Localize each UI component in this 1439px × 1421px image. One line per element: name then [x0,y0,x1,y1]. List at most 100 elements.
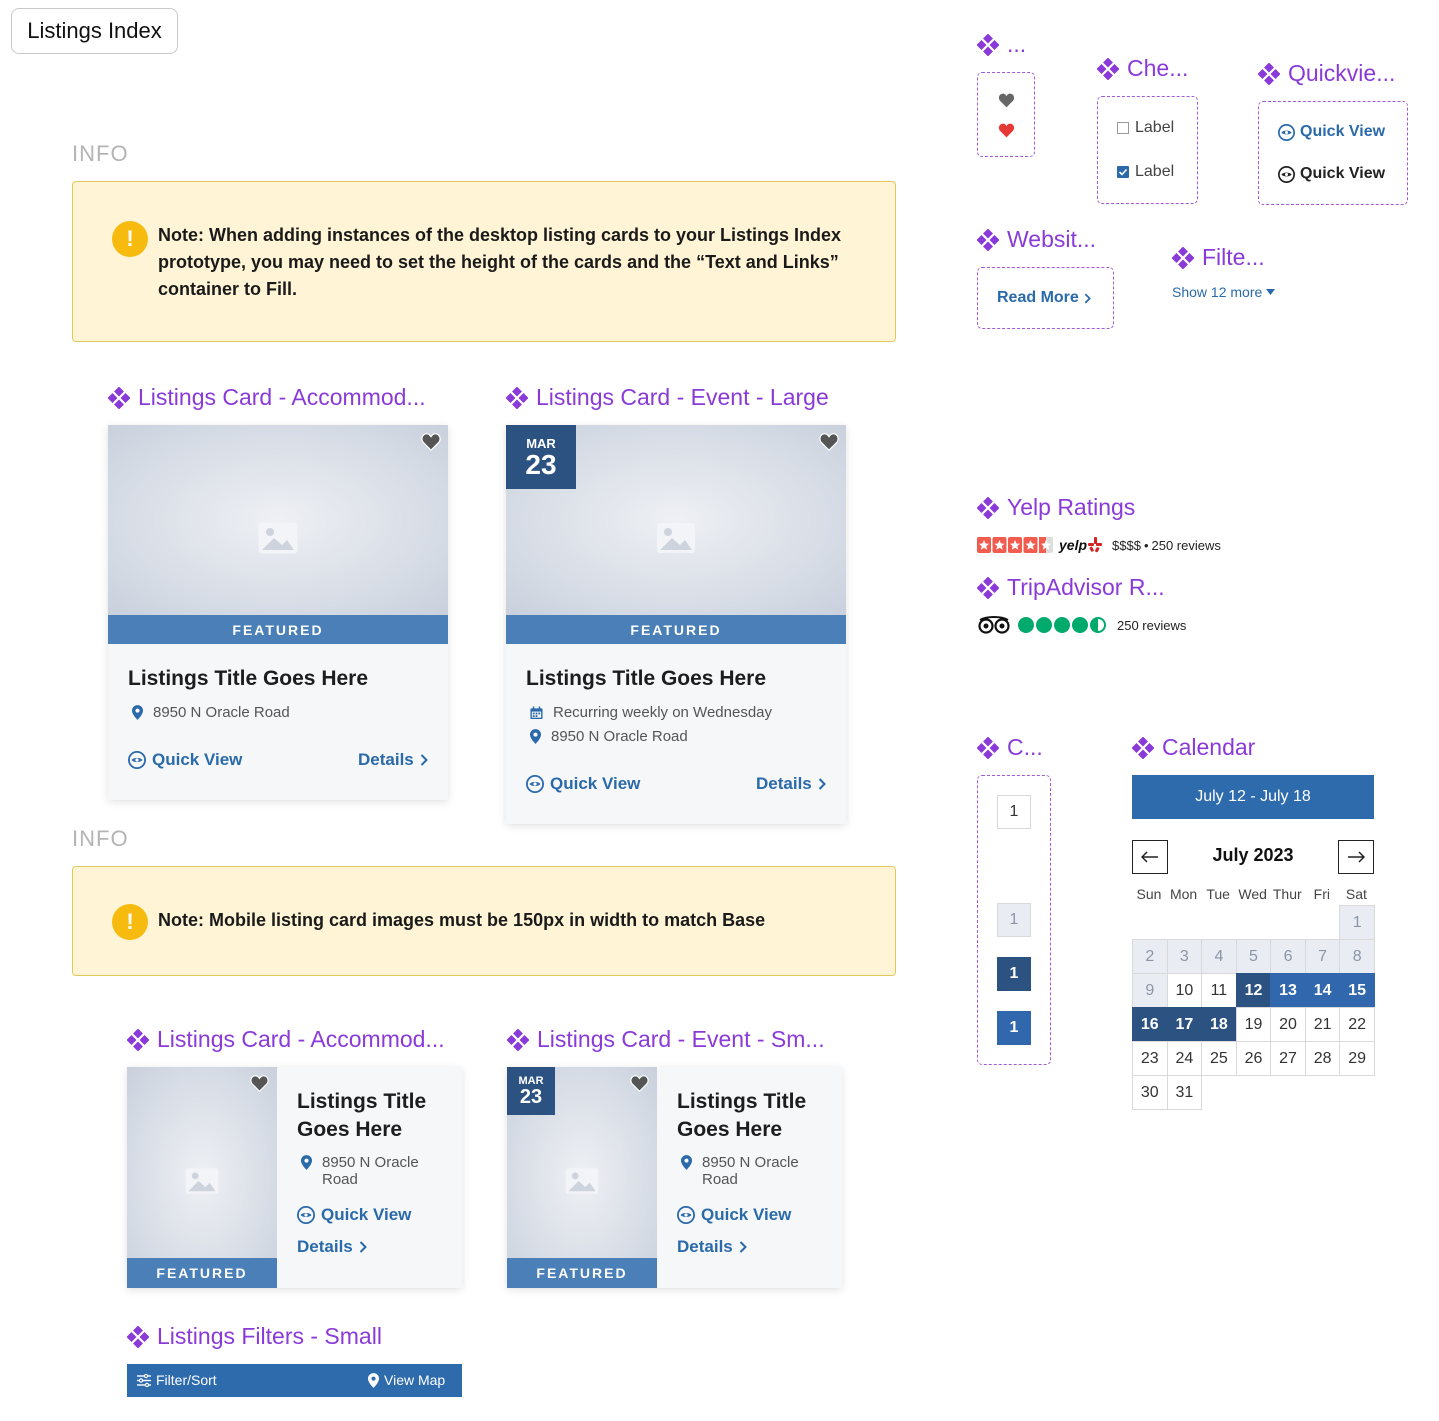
details-link[interactable]: Details [358,750,428,770]
day-cell-default[interactable]: 1 [997,795,1031,829]
details-link[interactable]: Details [677,1237,747,1257]
eye-icon [128,751,146,769]
next-month-button[interactable] [1338,840,1374,874]
quick-view-link[interactable]: Quick View [677,1205,791,1225]
info-note-text: Note: Mobile listing card images must be… [158,910,766,930]
calendar-range-button[interactable]: July 12 - July 18 [1132,775,1374,819]
details-link[interactable]: Details [756,774,826,794]
yelp-burst-icon [1088,537,1103,553]
quick-view-link-hover[interactable]: Quick View [1278,165,1385,183]
listing-title[interactable]: Listings Title Goes Here [526,667,766,691]
weekday-label: Sun [1136,886,1162,902]
calendar-day[interactable]: 4 [1201,939,1237,974]
calendar-day[interactable]: 21 [1304,1007,1341,1042]
calendar-day[interactable]: 2 [1132,939,1168,974]
calendar-day[interactable]: 31 [1166,1075,1203,1110]
listing-title[interactable]: Listings Title Goes Here [297,1088,426,1144]
component-icon [506,386,528,409]
heart-icon[interactable] [421,433,441,451]
checkbox-unchecked[interactable]: Label [1117,119,1174,137]
component-icon [127,1325,149,1348]
tripadvisor-rating: 250 reviews [977,616,1186,634]
heart-icon[interactable] [630,1075,649,1092]
heart-icon[interactable] [998,93,1015,108]
calendar-day[interactable]: 15 [1339,973,1375,1008]
heart-icon[interactable] [819,433,839,451]
weekday-label: Tue [1206,886,1230,902]
view-map-button[interactable]: View Map [368,1372,445,1388]
calendar-day[interactable]: 23 [1132,1041,1168,1076]
calendar-day[interactable]: 1 [1339,905,1375,940]
calendar-day[interactable]: 5 [1235,939,1272,974]
calendar-day[interactable]: 29 [1339,1041,1375,1076]
calendar-day[interactable]: 14 [1304,973,1341,1008]
heart-filled-icon[interactable] [998,123,1015,138]
quick-view-link[interactable]: Quick View [1278,123,1385,141]
calendar-day[interactable]: 9 [1132,973,1168,1008]
calendar-day[interactable]: 7 [1304,939,1341,974]
favorite-variants [977,72,1035,157]
info-section-label: INFO [72,141,129,166]
component-icon [108,386,130,409]
calendar-day[interactable]: 26 [1235,1041,1272,1076]
listing-image [108,425,448,615]
image-placeholder-icon [258,522,298,554]
calendar-day[interactable]: 12 [1235,973,1272,1008]
calendar-day[interactable]: 11 [1201,973,1237,1008]
prev-month-button[interactable] [1132,840,1168,874]
listing-title[interactable]: Listings Title Goes Here [677,1088,806,1144]
calendar-day[interactable]: 6 [1270,939,1306,974]
day-cell-selected-end[interactable]: 1 [997,957,1031,991]
quick-view-link[interactable]: Quick View [526,774,640,794]
calendar-day[interactable]: 10 [1166,973,1203,1008]
component-icon [977,33,999,56]
quick-view-link[interactable]: Quick View [128,750,242,770]
listing-card-accommodation-large[interactable]: FEATURED Listings Title Goes Here 8950 N… [108,425,448,800]
event-date-badge: MAR 23 [507,1067,555,1115]
listing-title[interactable]: Listings Title Goes Here [128,667,368,691]
featured-banner: FEATURED [108,615,448,644]
calendar-day[interactable]: 16 [1132,1007,1168,1042]
component-label: Yelp Ratings [977,494,1135,521]
listing-image [127,1067,277,1288]
show-more-link[interactable]: Show 12 more [1172,284,1276,300]
tripadvisor-owl-icon [978,616,1010,634]
image-placeholder-icon [657,523,695,553]
calendar-day[interactable]: 22 [1339,1007,1375,1042]
quick-view-link[interactable]: Quick View [297,1205,411,1225]
heart-icon[interactable] [250,1075,269,1092]
component-label: Che... [1097,55,1188,82]
day-cell-selected[interactable]: 1 [997,1011,1031,1045]
calendar-day[interactable]: 20 [1270,1007,1306,1042]
calendar-day[interactable]: 18 [1201,1007,1237,1042]
tripadvisor-bubbles-icon [1018,617,1106,633]
calendar-day[interactable]: 8 [1339,939,1375,974]
calendar-day[interactable]: 25 [1201,1041,1237,1076]
component-icon [977,576,999,599]
yelp-reviews: 250 reviews [1151,537,1221,553]
weekday-label: Wed [1238,886,1267,902]
checkbox-checked[interactable]: Label [1117,163,1174,181]
component-label: Listings Card - Event - Large [506,384,829,411]
read-more-link[interactable]: Read More [997,289,1091,307]
listing-card-event-small[interactable]: MAR 23 FEATURED Listings Title Goes Here … [507,1067,842,1288]
calendar-day[interactable]: 24 [1166,1041,1203,1076]
listing-card-accommodation-small[interactable]: FEATURED Listings Title Goes Here 8950 N … [127,1067,462,1288]
component-icon [1172,246,1194,269]
weekday-label: Mon [1169,886,1198,902]
eye-icon [677,1206,695,1224]
calendar-day[interactable]: 30 [1132,1075,1168,1110]
filter-sort-button[interactable]: Filter/Sort [137,1372,217,1388]
calendar-day[interactable]: 3 [1166,939,1203,974]
location-pin-icon [132,705,143,720]
eye-icon [526,775,544,793]
calendar-day[interactable]: 17 [1166,1007,1203,1042]
listing-card-event-large[interactable]: MAR 23 FEATURED Listings Title Goes Here… [506,425,846,824]
component-icon [977,228,999,251]
calendar-day[interactable]: 28 [1304,1041,1341,1076]
calendar-day[interactable]: 13 [1270,973,1306,1008]
day-cell-disabled[interactable]: 1 [997,903,1031,937]
details-link[interactable]: Details [297,1237,367,1257]
calendar-day[interactable]: 27 [1270,1041,1306,1076]
calendar-day[interactable]: 19 [1235,1007,1272,1042]
